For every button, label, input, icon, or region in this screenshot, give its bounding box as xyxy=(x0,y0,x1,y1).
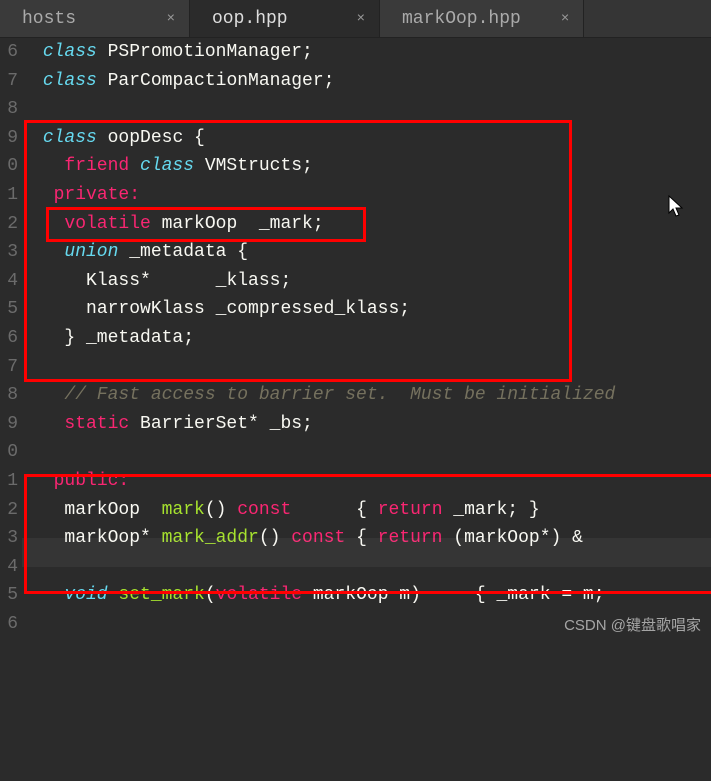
tab-label: hosts xyxy=(22,9,76,29)
tab-bar: hosts × oop.hpp × markOop.hpp × xyxy=(0,0,711,38)
line-number: 8 xyxy=(0,381,18,410)
line-number: 4 xyxy=(0,553,18,582)
code-line: class PSPromotionManager; xyxy=(32,42,313,62)
code-line: void set_mark(volatile markOop m) { _mar… xyxy=(32,585,605,605)
line-number: 0 xyxy=(0,438,18,467)
code-line xyxy=(32,357,43,377)
line-number-gutter: 6 7 8 9 0 1 2 3 4 5 6 7 8 9 0 1 2 3 4 5 … xyxy=(0,38,22,641)
code-line: class ParCompactionManager; xyxy=(32,71,334,91)
line-number: 9 xyxy=(0,124,18,153)
code-line: // Fast access to barrier set. Must be i… xyxy=(32,385,615,405)
code-line xyxy=(32,557,43,577)
code-line: private: xyxy=(32,185,140,205)
tab-markoop-hpp[interactable]: markOop.hpp × xyxy=(380,0,584,37)
line-number: 6 xyxy=(0,610,18,639)
tab-label: markOop.hpp xyxy=(402,9,521,29)
code-line: Klass* _klass; xyxy=(32,271,291,291)
line-number: 1 xyxy=(0,467,18,496)
line-number: 6 xyxy=(0,324,18,353)
line-number: 1 xyxy=(0,181,18,210)
code-line: union _metadata { xyxy=(32,242,248,262)
line-number: 7 xyxy=(0,353,18,382)
code-line xyxy=(32,442,43,462)
tab-label: oop.hpp xyxy=(212,9,288,29)
line-number: 8 xyxy=(0,95,18,124)
code-line: friend class VMStructs; xyxy=(32,156,313,176)
line-number: 5 xyxy=(0,581,18,610)
mouse-cursor-icon xyxy=(620,166,686,258)
watermark-text: CSDN @键盘歌唱家 xyxy=(564,614,701,635)
code-line: volatile markOop _mark; xyxy=(32,214,324,234)
tab-oop-hpp[interactable]: oop.hpp × xyxy=(190,0,380,37)
line-number: 6 xyxy=(0,38,18,67)
close-icon[interactable]: × xyxy=(561,11,569,27)
line-number: 5 xyxy=(0,295,18,324)
code-line: static BarrierSet* _bs; xyxy=(32,414,313,434)
line-number: 2 xyxy=(0,496,18,525)
code-line: markOop mark() const { return _mark; } xyxy=(32,500,540,520)
code-area[interactable]: class PSPromotionManager; class ParCompa… xyxy=(22,38,711,641)
line-number: 9 xyxy=(0,410,18,439)
line-number: 4 xyxy=(0,267,18,296)
code-line xyxy=(32,99,43,119)
line-number: 2 xyxy=(0,210,18,239)
code-line: } _metadata; xyxy=(32,328,194,348)
close-icon[interactable]: × xyxy=(167,11,175,27)
code-line: narrowKlass _compressed_klass; xyxy=(32,299,410,319)
line-number: 7 xyxy=(0,67,18,96)
tab-hosts[interactable]: hosts × xyxy=(0,0,190,37)
line-number: 0 xyxy=(0,152,18,181)
line-number: 3 xyxy=(0,524,18,553)
code-editor[interactable]: 6 7 8 9 0 1 2 3 4 5 6 7 8 9 0 1 2 3 4 5 … xyxy=(0,38,711,641)
close-icon[interactable]: × xyxy=(357,11,365,27)
code-line: class oopDesc { xyxy=(32,128,205,148)
code-line: public: xyxy=(32,471,129,491)
line-number: 3 xyxy=(0,238,18,267)
code-line: markOop* mark_addr() const { return (mar… xyxy=(32,528,583,548)
